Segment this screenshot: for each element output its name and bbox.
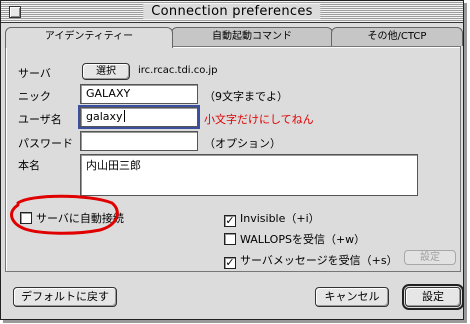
password-field[interactable] xyxy=(80,131,198,151)
username-value: galaxy xyxy=(86,110,123,123)
window-title: Connection preferences xyxy=(143,4,321,19)
nick-field[interactable]: GALAXY xyxy=(80,84,198,104)
realname-label: 本名 xyxy=(18,159,40,172)
cancel-button[interactable]: キャンセル xyxy=(315,287,389,307)
autoconnect-label: サーバに自動接続 xyxy=(36,212,124,225)
invisible-label: Invisible（+i） xyxy=(240,212,320,225)
password-label: パスワード xyxy=(18,137,73,150)
tab-identity[interactable]: アイデンティティー xyxy=(5,27,173,48)
server-value: irc.rcac.tdi.co.jp xyxy=(138,65,218,76)
server-select-button[interactable]: 選択 xyxy=(82,63,130,80)
server-label: サーバ xyxy=(18,67,51,80)
tab-bar: アイデンティティー 自動起動コマンド その他/CTCP xyxy=(5,27,463,48)
server-messages-checkbox[interactable]: ✓ サーバメッセージを受信（+s） xyxy=(224,252,398,269)
username-hint: 小文字だけにしてねん xyxy=(204,113,314,126)
invisible-checkbox[interactable]: ✓ Invisible（+i） xyxy=(224,210,320,227)
autoconnect-checkbox[interactable]: サーバに自動接続 xyxy=(20,210,124,226)
wallops-box[interactable] xyxy=(224,233,236,245)
title-bar[interactable]: Connection preferences xyxy=(1,1,463,23)
panel-settings-button[interactable]: 設定 xyxy=(404,250,456,265)
identity-panel: サーバ 選択 irc.rcac.tdi.co.jp ニック GALAXY （9文… xyxy=(5,46,461,272)
tab-misc-ctcp[interactable]: その他/CTCP xyxy=(331,27,463,46)
wallops-label: WALLOPSを受信（+w） xyxy=(240,233,366,246)
nick-label: ニック xyxy=(18,90,51,103)
server-messages-label: サーバメッセージを受信（+s） xyxy=(240,254,398,267)
text-caret xyxy=(123,110,125,122)
username-label: ユーザ名 xyxy=(18,113,62,126)
checkmark-icon[interactable]: ✓ xyxy=(224,215,236,227)
close-box-icon[interactable] xyxy=(9,6,21,18)
ok-button[interactable]: 設定 xyxy=(402,284,464,310)
wallops-checkbox[interactable]: WALLOPSを受信（+w） xyxy=(224,231,365,247)
checkmark-icon[interactable]: ✓ xyxy=(224,257,236,269)
username-field[interactable]: galaxy xyxy=(78,105,200,129)
tab-autostart-commands[interactable]: 自動起動コマンド xyxy=(171,27,333,46)
nick-hint: （9文字までよ） xyxy=(204,90,288,103)
realname-field[interactable]: 内山田三郎 xyxy=(80,154,418,196)
password-hint: （オプション） xyxy=(204,137,281,150)
restore-defaults-button[interactable]: デフォルトに戻す xyxy=(13,287,117,307)
autoconnect-box[interactable] xyxy=(20,212,32,224)
preferences-window: Connection preferences アイデンティティー 自動起動コマン… xyxy=(0,0,464,320)
